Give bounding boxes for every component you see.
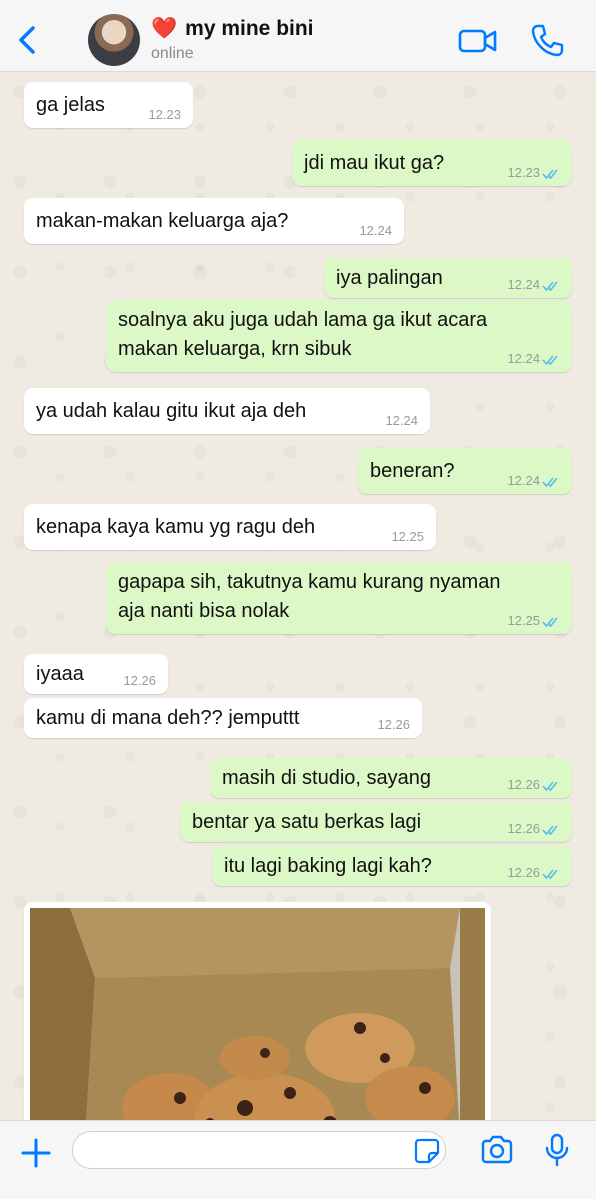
read-ticks-icon xyxy=(542,781,558,792)
microphone-icon[interactable] xyxy=(544,1133,570,1167)
message-list[interactable]: ga jelas 12.23 jdi mau ikut ga? 12.23 ma… xyxy=(0,72,596,1120)
message-text: kenapa kaya kamu yg ragu deh xyxy=(36,516,316,538)
message-text-line: makan keluarga, krn sibuk xyxy=(118,338,352,360)
phone-icon[interactable] xyxy=(530,23,564,57)
message-time: 12.25 xyxy=(507,613,540,628)
message-bubble[interactable]: gapapa sih, takutnya kamu kurang nyaman … xyxy=(106,562,572,634)
message-text-line: gapapa sih, takutnya kamu kurang nyaman xyxy=(118,571,501,593)
cookie-photo xyxy=(30,908,485,1120)
message-time: 12.24 xyxy=(385,413,418,428)
message-time: 12.24 xyxy=(507,351,540,366)
message-time: 12.26 xyxy=(507,777,540,792)
message-bubble[interactable]: bentar ya satu berkas lagi 12.26 xyxy=(180,802,572,842)
read-ticks-icon xyxy=(542,825,558,836)
message-bubble[interactable]: ga jelas 12.23 xyxy=(24,82,193,128)
message-text: iyaaa xyxy=(36,663,84,685)
message-bubble[interactable]: soalnya aku juga udah lama ga ikut acara… xyxy=(106,300,572,372)
photo-message[interactable] xyxy=(24,902,491,1120)
message-text: kamu di mana deh?? jemputtt xyxy=(36,707,300,729)
read-ticks-icon xyxy=(542,281,558,292)
read-ticks-icon xyxy=(542,169,558,180)
camera-icon[interactable] xyxy=(480,1135,514,1165)
chevron-left-icon[interactable] xyxy=(14,24,42,56)
contact-name-text: my mine bini xyxy=(185,17,314,40)
message-bubble[interactable]: itu lagi baking lagi kah? 12.26 xyxy=(212,846,572,886)
message-time: 12.26 xyxy=(377,717,410,732)
message-time: 12.23 xyxy=(148,107,181,122)
message-input[interactable] xyxy=(72,1131,446,1169)
message-time: 12.24 xyxy=(507,277,540,292)
message-bubble[interactable]: ya udah kalau gitu ikut aja deh 12.24 xyxy=(24,388,430,434)
message-text: ga jelas xyxy=(36,94,105,116)
read-ticks-icon xyxy=(542,477,558,488)
chat-header: ❤️ my mine bini online xyxy=(0,0,596,72)
read-ticks-icon xyxy=(542,617,558,628)
message-input-bar xyxy=(0,1120,596,1199)
contact-status: online xyxy=(151,45,194,62)
message-text: jdi mau ikut ga? xyxy=(304,152,445,174)
message-bubble[interactable]: beneran? 12.24 xyxy=(358,448,572,494)
message-time: 12.25 xyxy=(391,529,424,544)
message-bubble[interactable]: masih di studio, sayang 12.26 xyxy=(210,758,572,798)
message-time: 12.26 xyxy=(507,865,540,880)
video-camera-icon[interactable] xyxy=(458,26,498,56)
message-time: 12.24 xyxy=(507,473,540,488)
message-time: 12.26 xyxy=(507,821,540,836)
message-text: itu lagi baking lagi kah? xyxy=(224,855,432,877)
avatar[interactable] xyxy=(88,14,140,66)
message-bubble[interactable]: kenapa kaya kamu yg ragu deh 12.25 xyxy=(24,504,436,550)
message-bubble[interactable]: iyaaa 12.26 xyxy=(24,654,168,694)
message-text-line: soalnya aku juga udah lama ga ikut acara xyxy=(118,309,488,331)
message-bubble[interactable]: jdi mau ikut ga? 12.23 xyxy=(292,140,572,186)
heart-emoji: ❤️ xyxy=(151,17,178,40)
message-time: 12.26 xyxy=(123,673,156,688)
read-ticks-icon xyxy=(542,355,558,366)
message-text: makan-makan keluarga aja? xyxy=(36,210,289,232)
message-text: beneran? xyxy=(370,460,455,482)
message-text: masih di studio, sayang xyxy=(222,767,432,789)
message-text-line: aja nanti bisa nolak xyxy=(118,600,290,622)
message-time: 12.23 xyxy=(507,165,540,180)
sticker-icon[interactable] xyxy=(414,1138,440,1164)
message-text: bentar ya satu berkas lagi xyxy=(192,811,422,833)
message-time: 12.24 xyxy=(359,223,392,238)
plus-icon[interactable] xyxy=(20,1137,52,1169)
message-bubble[interactable]: kamu di mana deh?? jemputtt 12.26 xyxy=(24,698,422,738)
contact-name[interactable]: ❤️ my mine bini xyxy=(151,17,314,41)
message-bubble[interactable]: iya palingan 12.24 xyxy=(324,258,572,298)
message-text: ya udah kalau gitu ikut aja deh xyxy=(36,400,307,422)
message-bubble[interactable]: makan-makan keluarga aja? 12.24 xyxy=(24,198,404,244)
message-text: iya palingan xyxy=(336,267,443,289)
read-ticks-icon xyxy=(542,869,558,880)
